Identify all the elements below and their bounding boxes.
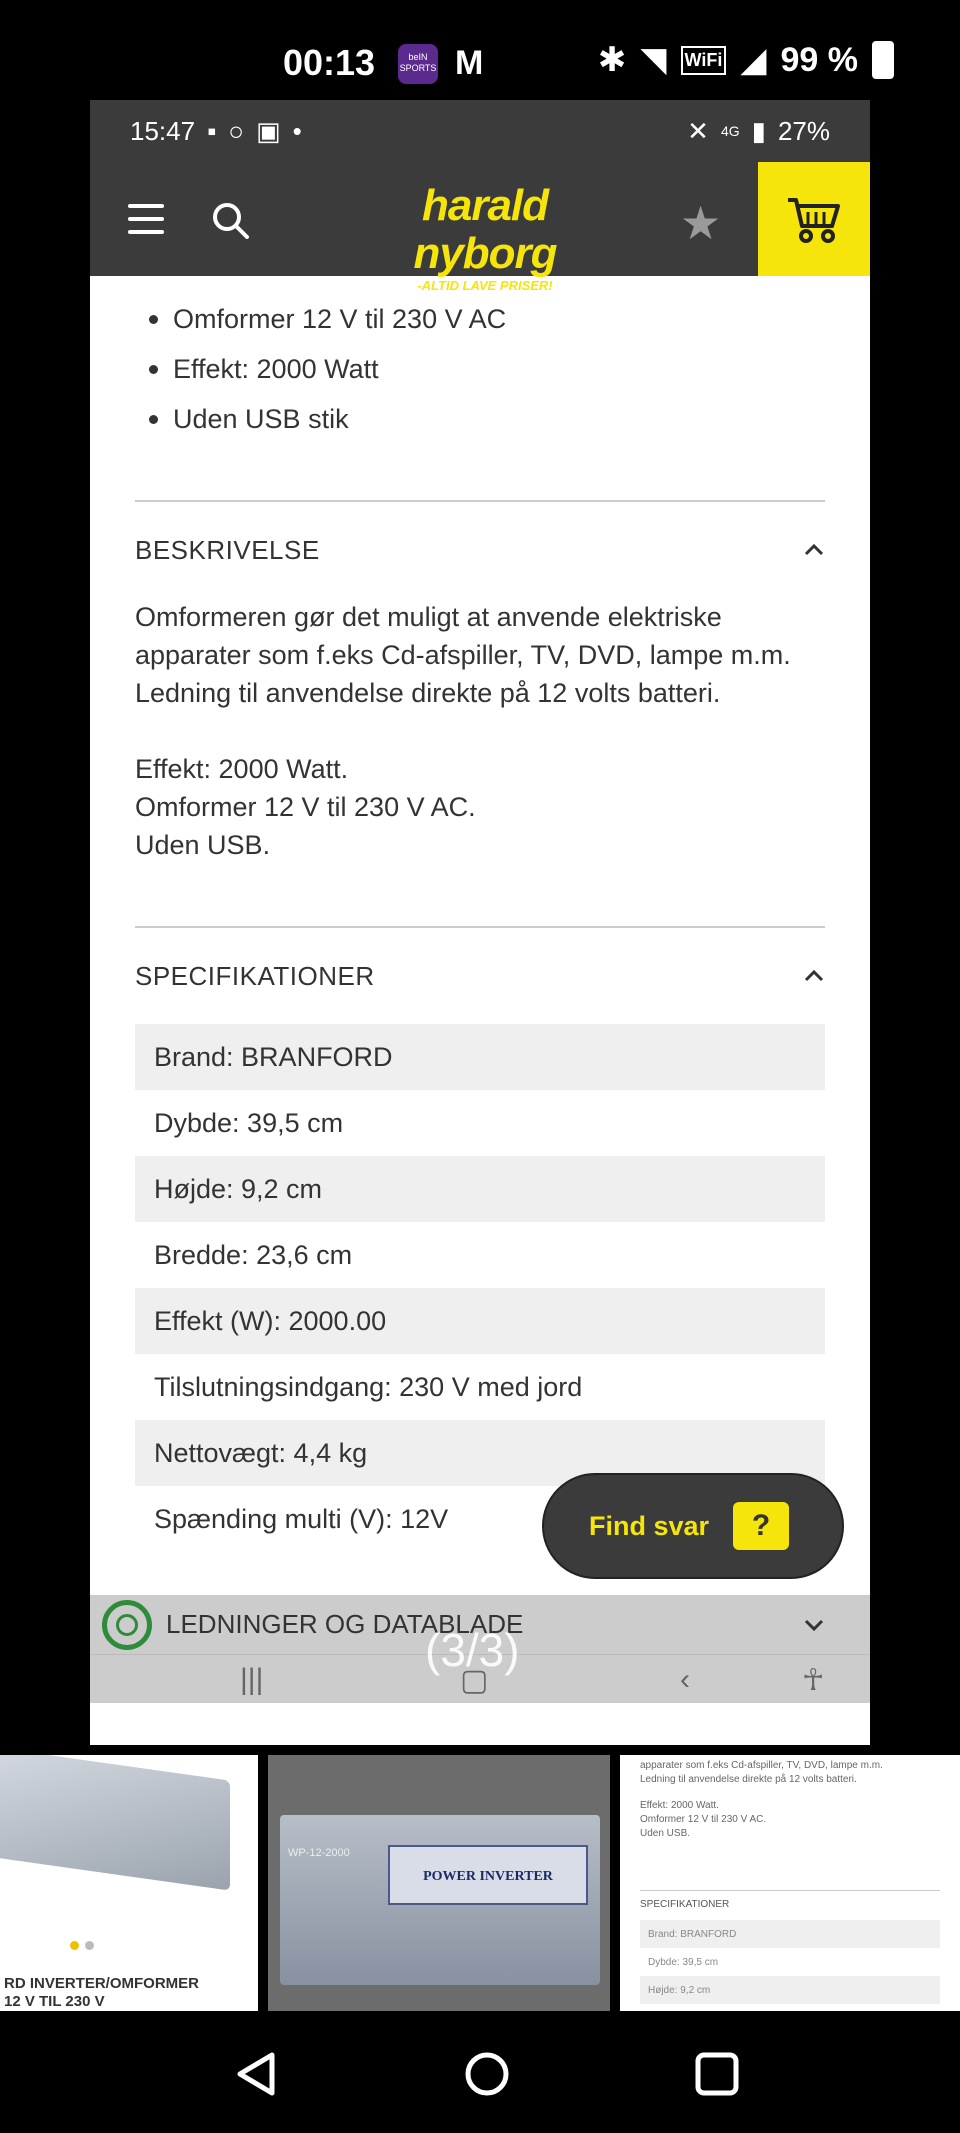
inner-signal-icon: ▮ [751, 115, 766, 146]
bein-sports-icon: beIN SPORTS [398, 44, 438, 84]
spec-row: Bredde: 23,6 cm [154, 1239, 353, 1270]
home-circle-icon[interactable] [462, 2049, 512, 2099]
inner-nav-bar: ||| ▢ ‹ ☥ [90, 1657, 870, 1703]
inner-battery-percent: 27% [777, 115, 830, 146]
signal-icon: ◢ [740, 41, 767, 79]
viewer-overlay-bar: LEDNINGER OG DATABLADE (3/3) ||| ▢ ‹ ☥ [90, 1595, 870, 1703]
screenshot-frame: 15:47 ▪ ○ ▣ • ✕ 4G ▮ 27% harald nyborg -… [90, 100, 870, 1745]
spec-row: Højde: 9,2 cm [135, 1156, 825, 1222]
cart-button[interactable] [758, 162, 870, 276]
inner-status-time: 15:47 [130, 115, 196, 146]
inner-status-bar: 15:47 ▪ ○ ▣ • ✕ 4G ▮ 27% [90, 100, 870, 162]
find-svar-button[interactable]: Find svar ? [542, 1473, 844, 1579]
recent-apps-icon[interactable]: ||| [240, 1663, 263, 1697]
logo-name: harald nyborg [413, 181, 557, 278]
feature-item: Omformer 12 V til 230 V AC [135, 294, 825, 344]
thumbnail-1[interactable]: RD INVERTER/OMFORMER 12 V TIL 230 V [0, 1755, 258, 2011]
thumbnail-specs: SPECIFIKATIONER Brand: BRANFORD Dybde: 3… [640, 1890, 940, 2004]
image-icon: ▣ [256, 115, 281, 146]
site-logo[interactable]: harald nyborg -ALTID LAVE PRISER! [370, 181, 600, 294]
outer-status-right: ✱ ◥ WiFi ◢ 99 % [598, 40, 894, 80]
chevron-down-icon [804, 1619, 824, 1631]
thumbnail-strip: RD INVERTER/OMFORMER 12 V TIL 230 V WP-1… [0, 1755, 960, 2011]
search-icon[interactable] [210, 200, 250, 240]
inverter-image [0, 1755, 230, 1891]
mute-icon: ✕ [687, 115, 709, 146]
feature-item: Uden USB stik [135, 394, 825, 444]
system-nav-bar [0, 2011, 960, 2133]
inverter-model: WP-12-2000 [288, 1847, 350, 1859]
thumbnail-2[interactable]: WP-12-2000 POWER INVERTER [268, 1755, 610, 2011]
spec-row: Dybde: 39,5 cm [154, 1107, 344, 1138]
description-header[interactable]: BESKRIVELSE [135, 502, 825, 598]
spec-row: Brand: BRANFORD [135, 1024, 825, 1090]
dot-icon: • [292, 115, 302, 146]
find-svar-label: Find svar [589, 1510, 710, 1541]
feature-item: Effekt: 2000 Watt [135, 344, 825, 394]
cart-icon [788, 198, 840, 243]
description-body: Omformeren gør det muligt at anvende ele… [135, 598, 825, 864]
question-icon: ? [733, 1502, 790, 1550]
product-content: Omformer 12 V til 230 V AC Effekt: 2000 … [90, 276, 870, 1552]
outer-battery-percent: 99 % [780, 40, 859, 79]
hamburger-menu-icon[interactable] [128, 204, 164, 234]
thumbnail-3[interactable]: apparater som f.eks Cd-afspiller, TV, DV… [620, 1755, 960, 2011]
thumbnail-description: apparater som f.eks Cd-afspiller, TV, DV… [640, 1760, 883, 1839]
wifi-icon: ◥ [640, 41, 667, 79]
spec-row: Effekt (W): 2000.00 [135, 1288, 825, 1354]
spec-row: Tilslutningsindgang: 230 V med jord [154, 1371, 583, 1402]
description-title: BESKRIVELSE [135, 534, 320, 565]
favorites-star-icon[interactable]: ★ [680, 196, 721, 250]
feature-list: Omformer 12 V til 230 V AC Effekt: 2000 … [135, 276, 825, 444]
recycle-icon[interactable] [102, 1599, 152, 1650]
message-icon: ▪ [207, 115, 217, 146]
outer-status-bar: 00:13 beIN SPORTS M ✱ ◥ WiFi ◢ 99 % [0, 0, 960, 100]
description-paragraph: Omformeren gør det muligt at anvende ele… [135, 602, 791, 708]
search-notif-icon: ○ [228, 115, 245, 146]
back-triangle-icon[interactable] [232, 2049, 282, 2099]
outer-status-time: 00:13 [283, 42, 376, 83]
chevron-up-icon [804, 969, 824, 982]
specifications-title: SPECIFIKATIONER [135, 960, 375, 991]
description-line: Effekt: 2000 Watt. [135, 754, 349, 784]
accessibility-icon[interactable]: ☥ [802, 1663, 824, 1698]
inverter-label: POWER INVERTER [388, 1845, 588, 1905]
vowifi-icon: WiFi [680, 45, 727, 75]
gmail-icon: M [455, 44, 484, 82]
recents-square-icon[interactable] [692, 2049, 742, 2099]
description-line: Omformer 12 V til 230 V AC. [135, 792, 476, 822]
home-icon[interactable]: ▢ [460, 1663, 488, 1698]
battery-icon [872, 41, 894, 79]
network-label: 4G [720, 123, 740, 139]
thumbnail-caption: RD INVERTER/OMFORMER 12 V TIL 230 V [4, 1975, 199, 2010]
bluetooth-icon: ✱ [597, 41, 627, 79]
specifications-header[interactable]: SPECIFIKATIONER [135, 928, 825, 1024]
pager-dots [70, 1941, 94, 1950]
chevron-up-icon [804, 543, 824, 556]
logo-tagline: -ALTID LAVE PRISER! [417, 278, 553, 293]
description-line: Uden USB. [135, 830, 271, 860]
back-icon[interactable]: ‹ [680, 1663, 690, 1697]
site-header: harald nyborg -ALTID LAVE PRISER! ★ [90, 162, 870, 293]
